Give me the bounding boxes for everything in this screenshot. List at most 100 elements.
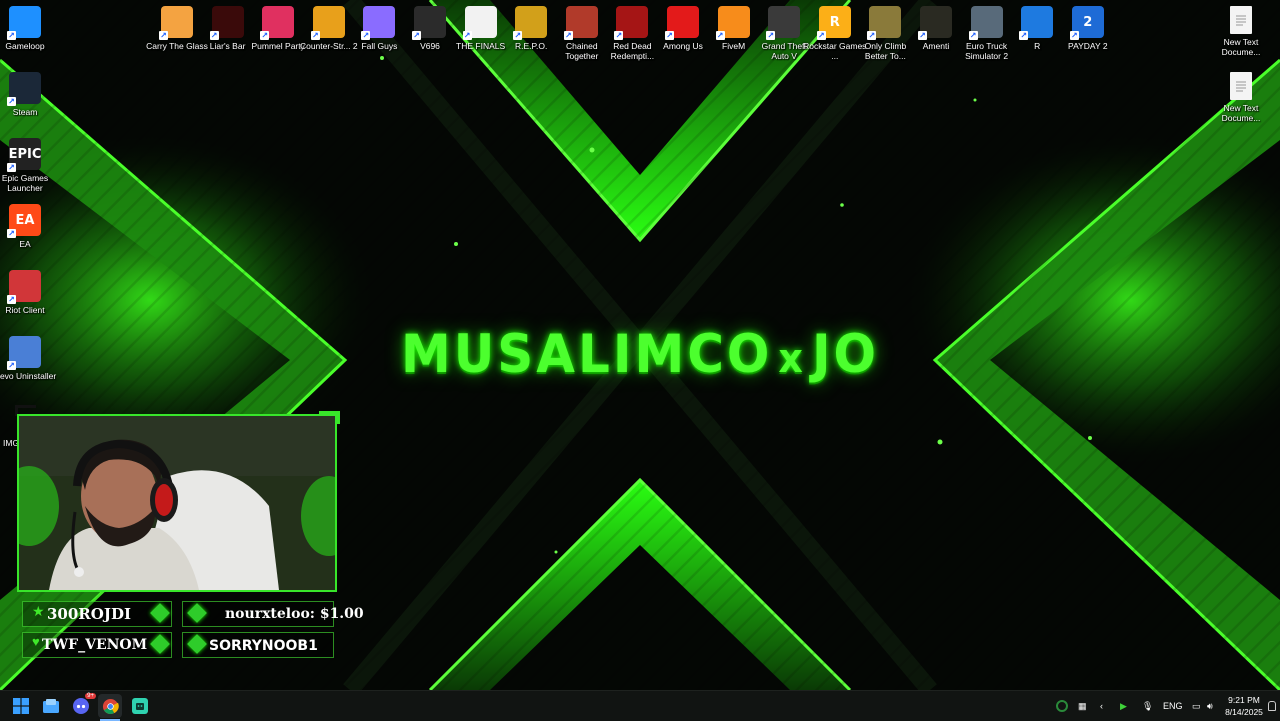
sub-name-2: TWF_VENOM: [42, 637, 148, 653]
network-icon[interactable]: ▭: [1192, 691, 1201, 721]
desktop-shortcut[interactable]: ↗ Steam: [0, 72, 57, 117]
epic-games-icon-glyph: EPIC: [8, 146, 42, 162]
discord-icon[interactable]: 9+: [69, 693, 96, 718]
chained-together-icon: ↗: [563, 6, 598, 40]
payday-2-icon-glyph: 2: [1083, 14, 1093, 30]
shortcut-arrow-icon: ↗: [209, 31, 219, 40]
shortcut-arrow-icon: ↗: [867, 31, 877, 40]
fivem-icon: ↗: [715, 6, 750, 40]
amenti-icon: ↗: [918, 6, 952, 40]
shortcut-arrow-icon: ↗: [513, 31, 523, 40]
cam-corner-accent: [319, 411, 340, 424]
tray-green-icon[interactable]: [1056, 691, 1068, 721]
shortcut-arrow-icon: ↗: [918, 31, 927, 40]
tray-mic-icon[interactable]: 🎙︎: [1142, 691, 1153, 721]
notification-bell-icon[interactable]: [1268, 691, 1276, 721]
logo-x: x: [778, 335, 806, 382]
desktop-shortcut-label: Steam: [12, 107, 38, 117]
shortcut-arrow-icon: ↗: [412, 31, 421, 40]
desktop-shortcut[interactable]: ↗ Riot Client: [0, 270, 57, 315]
taskbar: 9+ ▦ ‹ ▶ 🎙︎ ENG ▭ 🔊︎ 9:21 PM 8/14/2025: [0, 690, 1280, 721]
desktop-shortcut[interactable]: New Text Docume...: [1209, 72, 1273, 123]
discord-badge: 9+: [85, 693, 96, 699]
rockstar-games-icon: R ↗: [816, 6, 851, 40]
desktop-shortcut-label: Riot Client: [5, 305, 45, 315]
android-app-icon[interactable]: [128, 694, 152, 718]
shortcut-arrow-icon: ↗: [1019, 31, 1029, 40]
desktop-shortcut[interactable]: ↗ Gameloop: [0, 6, 57, 51]
gta-v-icon: ↗: [766, 6, 801, 40]
clock-date: 8/14/2025: [1225, 707, 1263, 717]
shortcut-arrow-icon: ↗: [7, 31, 16, 40]
desktop-shortcut-label: EA: [19, 239, 31, 249]
logo-right: JO: [811, 323, 880, 385]
shortcut-arrow-icon: ↗: [766, 31, 776, 40]
logo-left: MUSALIMCO: [400, 323, 773, 385]
ea-icon: EA ↗: [7, 204, 41, 238]
steam-icon: ↗: [7, 72, 41, 106]
desktop-shortcut[interactable]: ↗ Revo Uninstaller: [0, 336, 57, 381]
desktop-shortcut[interactable]: New Text Docume...: [1209, 6, 1273, 57]
shortcut-arrow-icon: ↗: [310, 31, 320, 40]
among-us-icon: ↗: [665, 6, 699, 40]
gameloop-icon: ↗: [7, 6, 41, 40]
ea-icon-glyph: EA: [15, 212, 35, 228]
desktop-shortcut-label: New Text Docume...: [1221, 103, 1261, 123]
rocket-league-icon: ↗: [1019, 6, 1054, 40]
repo-icon: ↗: [513, 6, 548, 40]
v696-icon: ↗: [412, 6, 446, 40]
file-explorer-icon[interactable]: [39, 694, 63, 718]
shortcut-arrow-icon: ↗: [1069, 31, 1079, 40]
wallpaper-logo-text: MUSALIMCO x JO: [0, 324, 1280, 385]
tray-chevron-icon[interactable]: ‹: [1100, 691, 1103, 721]
payday-2-icon: 2 ↗: [1069, 6, 1104, 40]
carry-the-glass-icon: ↗: [159, 6, 193, 40]
red-dead-icon: ↗: [614, 6, 649, 40]
fall-guys-icon: ↗: [361, 6, 396, 40]
chrome-icon[interactable]: [98, 694, 122, 718]
clock-time: 9:21 PM: [1228, 695, 1260, 705]
tray-play-icon[interactable]: ▶: [1120, 691, 1127, 721]
tray-keyboard-icon[interactable]: ▦: [1078, 691, 1087, 721]
heart-icon: ♥: [32, 634, 40, 649]
desktop-shortcut-label: Revo Uninstaller: [0, 371, 57, 381]
windows-start-icon[interactable]: [9, 694, 33, 718]
text-document-icon: [1230, 72, 1252, 100]
desktop-shortcut-label: PAYDAY 2: [1068, 41, 1108, 51]
language-indicator[interactable]: ENG: [1163, 691, 1183, 721]
donation-text: nourxteloo: $1.00: [225, 606, 364, 622]
shortcut-arrow-icon: ↗: [7, 295, 16, 304]
shortcut-arrow-icon: ↗: [361, 31, 371, 40]
webcam-image: [19, 416, 335, 590]
shortcut-arrow-icon: ↗: [715, 31, 725, 40]
revo-uninstaller-icon: ↗: [7, 336, 41, 370]
shortcut-arrow-icon: ↗: [665, 31, 674, 40]
counter-strike-icon: ↗: [310, 6, 345, 40]
shortcut-arrow-icon: ↗: [816, 31, 826, 40]
shortcut-arrow-icon: ↗: [7, 229, 16, 238]
sub-name-1: 300ROJDI: [47, 605, 131, 623]
desktop-shortcut-label: Epic Games Launcher: [1, 173, 49, 193]
shortcut-arrow-icon: ↗: [968, 31, 978, 40]
euro-truck-icon: ↗: [968, 6, 1003, 40]
rockstar-games-icon-glyph: R: [829, 14, 840, 30]
shortcut-arrow-icon: ↗: [260, 31, 270, 40]
desktop-shortcut[interactable]: 2 ↗ PAYDAY 2: [1056, 6, 1120, 51]
epic-games-icon: EPIC ↗: [7, 138, 42, 172]
desktop-shortcut[interactable]: EPIC ↗ Epic Games Launcher: [0, 138, 57, 193]
shortcut-arrow-icon: ↗: [159, 31, 168, 40]
liars-bar-icon: ↗: [209, 6, 244, 40]
pummel-party-icon: ↗: [260, 6, 295, 40]
volume-icon[interactable]: 🔊︎: [1207, 691, 1213, 721]
desktop-shortcut[interactable]: EA ↗ EA: [0, 204, 57, 249]
shortcut-arrow-icon: ↗: [563, 31, 573, 40]
desktop-shortcut-label: Gameloop: [5, 41, 45, 51]
shortcut-arrow-icon: ↗: [7, 163, 16, 172]
text-document-icon: [1230, 6, 1252, 34]
only-climb-icon: ↗: [867, 6, 902, 40]
clock[interactable]: 9:21 PM 8/14/2025: [1224, 694, 1264, 718]
shortcut-arrow-icon: ↗: [7, 361, 16, 370]
shortcut-arrow-icon: ↗: [462, 31, 472, 40]
riot-client-icon: ↗: [7, 270, 41, 304]
the-finals-icon: ↗: [462, 6, 497, 40]
